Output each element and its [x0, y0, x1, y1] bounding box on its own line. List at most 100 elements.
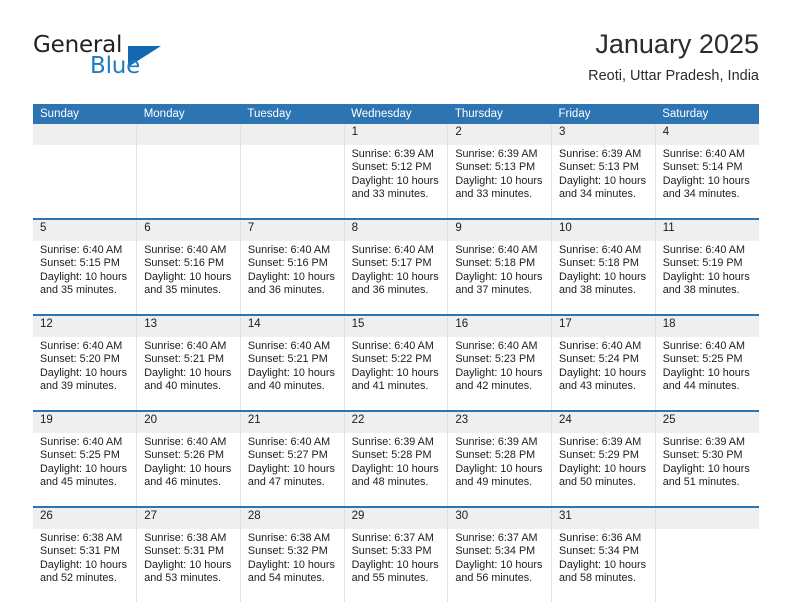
day-number-6[interactable]: 6: [136, 220, 241, 241]
day-detail-21: Sunrise: 6:40 AM Sunset: 5:27 PM Dayligh…: [240, 433, 345, 506]
day-number-22[interactable]: 22: [344, 412, 449, 433]
day-detail-10: Sunrise: 6:40 AM Sunset: 5:18 PM Dayligh…: [551, 241, 656, 314]
day-number-17[interactable]: 17: [551, 316, 656, 337]
day-number-26[interactable]: 26: [33, 508, 138, 529]
sunset-text: Sunset: 5:19 PM: [662, 257, 743, 270]
daylight-text-line1: Daylight: 10 hours: [559, 366, 647, 379]
daylight-text-line2: and 35 minutes.: [144, 284, 222, 297]
page-subtitle-location: Reoti, Uttar Pradesh, India: [588, 68, 759, 84]
daylight-text-line2: and 40 minutes.: [247, 380, 325, 393]
sunrise-text: Sunrise: 6:40 AM: [247, 340, 331, 352]
day-number-11[interactable]: 11: [655, 220, 759, 241]
daylight-text-line2: and 43 minutes.: [559, 380, 636, 393]
day-number-13[interactable]: 13: [136, 316, 241, 337]
logo-text-blue: Blue: [90, 53, 141, 79]
day-number-24[interactable]: 24: [551, 412, 656, 433]
day-number-4[interactable]: 4: [655, 124, 759, 145]
daylight-text-line2: and 44 minutes.: [662, 380, 740, 393]
day-number-27[interactable]: 27: [136, 508, 241, 529]
sunrise-text: Sunrise: 6:38 AM: [144, 532, 227, 544]
general-blue-logo[interactable]: General Blue: [33, 32, 233, 92]
daylight-text-line1: Daylight: 10 hours: [144, 366, 232, 379]
daylight-text-line2: and 45 minutes.: [40, 476, 117, 489]
day-detail-23: Sunrise: 6:39 AM Sunset: 5:28 PM Dayligh…: [447, 433, 553, 506]
daylight-text-line1: Daylight: 10 hours: [455, 174, 543, 187]
day-number-1[interactable]: 1: [344, 124, 449, 145]
daylight-text-line1: Daylight: 10 hours: [351, 270, 439, 283]
day-number-14[interactable]: 14: [240, 316, 345, 337]
sunset-text: Sunset: 5:13 PM: [559, 161, 639, 174]
day-number-7[interactable]: 7: [240, 220, 345, 241]
weekday-header-saturday: Saturday: [655, 104, 759, 124]
sunrise-text: Sunrise: 6:39 AM: [455, 148, 538, 160]
daylight-text-line1: Daylight: 10 hours: [40, 462, 128, 475]
day-number-3[interactable]: 3: [551, 124, 656, 145]
day-number-9[interactable]: 9: [447, 220, 553, 241]
sunset-text: Sunset: 5:25 PM: [40, 449, 120, 462]
day-detail-12: Sunrise: 6:40 AM Sunset: 5:20 PM Dayligh…: [33, 337, 138, 410]
daylight-text-line1: Daylight: 10 hours: [247, 270, 335, 283]
sunrise-text: Sunrise: 6:40 AM: [455, 244, 538, 256]
daylight-text-line2: and 49 minutes.: [455, 476, 533, 489]
day-number-8[interactable]: 8: [344, 220, 449, 241]
day-number-2[interactable]: 2: [447, 124, 553, 145]
day-number-19[interactable]: 19: [33, 412, 138, 433]
day-detail-empty: [136, 145, 241, 218]
sunset-text: Sunset: 5:20 PM: [40, 353, 120, 366]
sunset-text: Sunset: 5:14 PM: [662, 161, 743, 174]
sunrise-text: Sunrise: 6:40 AM: [559, 244, 642, 256]
week-2-details: Sunrise: 6:40 AM Sunset: 5:15 PM Dayligh…: [33, 241, 759, 314]
daylight-text-line2: and 56 minutes.: [455, 572, 533, 585]
page-title: January 2025: [595, 29, 759, 59]
sunset-text: Sunset: 5:33 PM: [351, 545, 432, 558]
day-number-21[interactable]: 21: [240, 412, 345, 433]
sunset-text: Sunset: 5:34 PM: [559, 545, 639, 558]
day-detail-26: Sunrise: 6:38 AM Sunset: 5:31 PM Dayligh…: [33, 529, 138, 602]
daylight-text-line2: and 54 minutes.: [247, 572, 325, 585]
day-number-30[interactable]: 30: [447, 508, 553, 529]
sunrise-text: Sunrise: 6:40 AM: [662, 148, 745, 160]
day-number-20[interactable]: 20: [136, 412, 241, 433]
sunset-text: Sunset: 5:24 PM: [559, 353, 639, 366]
daylight-text-line2: and 34 minutes.: [559, 188, 636, 201]
day-number-31[interactable]: 31: [551, 508, 656, 529]
day-number-23[interactable]: 23: [447, 412, 553, 433]
sunrise-text: Sunrise: 6:39 AM: [662, 436, 745, 448]
week-4-details: Sunrise: 6:40 AM Sunset: 5:25 PM Dayligh…: [33, 433, 759, 506]
day-number-18[interactable]: 18: [655, 316, 759, 337]
weekday-header-tuesday: Tuesday: [240, 104, 345, 124]
day-detail-3: Sunrise: 6:39 AM Sunset: 5:13 PM Dayligh…: [551, 145, 656, 218]
day-number-15[interactable]: 15: [344, 316, 449, 337]
daylight-text-line2: and 46 minutes.: [144, 476, 222, 489]
sunrise-text: Sunrise: 6:40 AM: [40, 436, 123, 448]
day-detail-18: Sunrise: 6:40 AM Sunset: 5:25 PM Dayligh…: [655, 337, 759, 410]
week-5-daynumbers: 26 27 28 29 30 31: [33, 508, 759, 529]
day-cell-empty: [136, 124, 241, 145]
day-detail-empty: [33, 145, 138, 218]
day-number-5[interactable]: 5: [33, 220, 138, 241]
daylight-text-line2: and 33 minutes.: [351, 188, 429, 201]
sunset-text: Sunset: 5:21 PM: [144, 353, 225, 366]
sunrise-text: Sunrise: 6:40 AM: [662, 340, 745, 352]
day-detail-9: Sunrise: 6:40 AM Sunset: 5:18 PM Dayligh…: [447, 241, 553, 314]
day-detail-25: Sunrise: 6:39 AM Sunset: 5:30 PM Dayligh…: [655, 433, 759, 506]
sunset-text: Sunset: 5:25 PM: [662, 353, 743, 366]
day-number-28[interactable]: 28: [240, 508, 345, 529]
daylight-text-line1: Daylight: 10 hours: [247, 558, 335, 571]
daylight-text-line1: Daylight: 10 hours: [559, 558, 647, 571]
daylight-text-line1: Daylight: 10 hours: [455, 366, 543, 379]
day-number-16[interactable]: 16: [447, 316, 553, 337]
sunset-text: Sunset: 5:29 PM: [559, 449, 639, 462]
week-3-daynumbers: 12 13 14 15 16 17 18: [33, 316, 759, 337]
day-detail-1: Sunrise: 6:39 AM Sunset: 5:12 PM Dayligh…: [344, 145, 449, 218]
day-number-12[interactable]: 12: [33, 316, 138, 337]
day-number-29[interactable]: 29: [344, 508, 449, 529]
daylight-text-line2: and 55 minutes.: [351, 572, 429, 585]
daylight-text-line1: Daylight: 10 hours: [247, 366, 335, 379]
daylight-text-line2: and 58 minutes.: [559, 572, 636, 585]
day-number-10[interactable]: 10: [551, 220, 656, 241]
day-number-25[interactable]: 25: [655, 412, 759, 433]
daylight-text-line2: and 41 minutes.: [351, 380, 429, 393]
sunrise-text: Sunrise: 6:39 AM: [351, 436, 434, 448]
day-detail-6: Sunrise: 6:40 AM Sunset: 5:16 PM Dayligh…: [136, 241, 241, 314]
